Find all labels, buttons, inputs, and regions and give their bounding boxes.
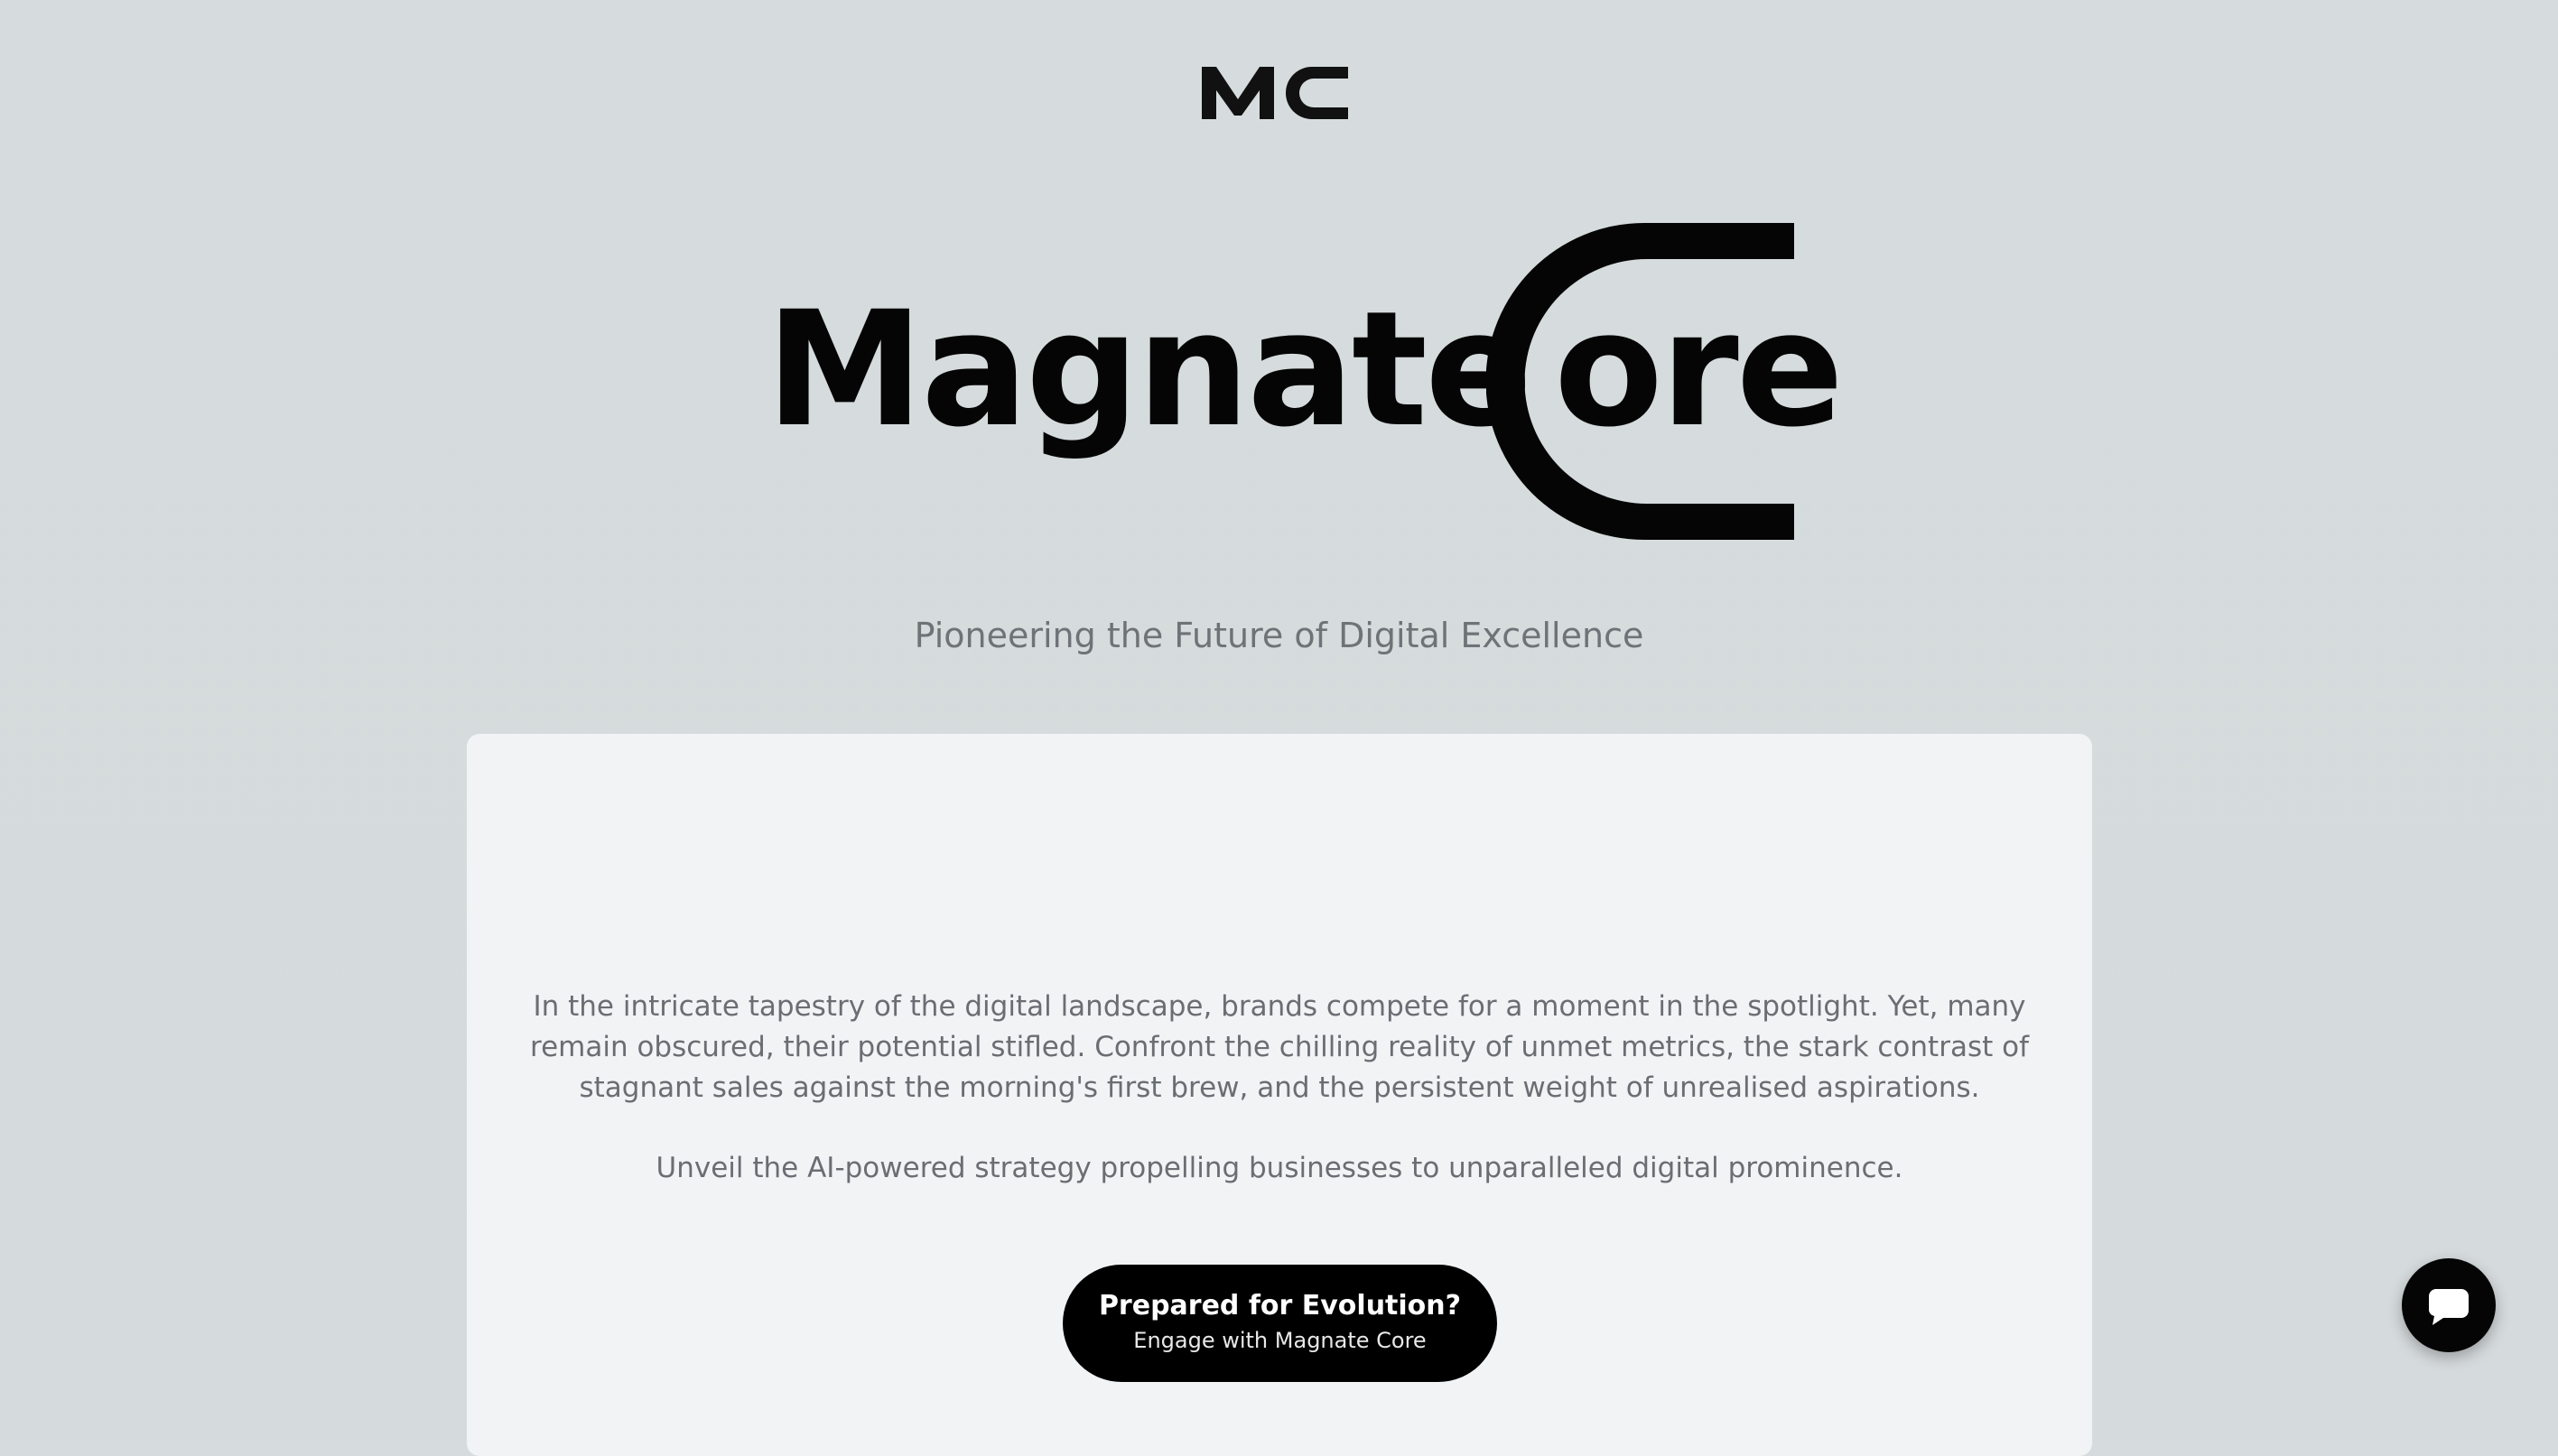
cta-title: Prepared for Evolution? [1098,1290,1462,1322]
mc-logo-icon[interactable] [1196,58,1352,123]
engage-cta-button[interactable]: Prepared for Evolution? Engage with Magn… [1063,1265,1497,1382]
chat-button[interactable] [2402,1258,2496,1352]
value-statement: Unveil the AI-powered strategy propellin… [656,1152,1903,1184]
hero-tagline: Pioneering the Future of Digital Excelle… [914,616,1644,655]
cta-subtitle: Engage with Magnate Core [1133,1328,1427,1353]
hero-title-word: Magnate [766,277,1532,462]
hero-title-rest: ore [1554,277,1844,462]
intro-paragraph: In the intricate tapestry of the digital… [530,990,2029,1104]
intro-card: In the intricate tapestry of the digital… [467,734,2092,1456]
chat-bubble-icon [2429,1289,2469,1325]
